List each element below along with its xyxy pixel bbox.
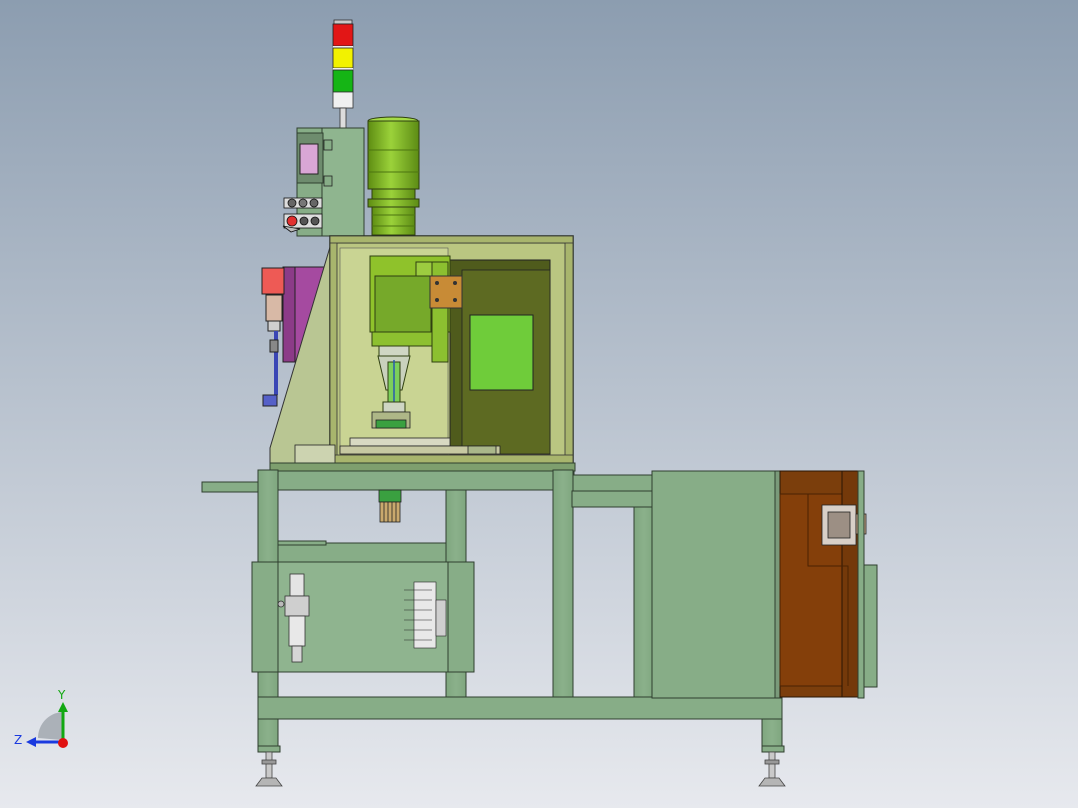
z-axis-label: Z <box>14 733 22 747</box>
signal-lamp-red <box>332 23 354 47</box>
right-module <box>651 470 878 699</box>
electrical-cabinet <box>251 561 475 673</box>
cable-connector <box>378 489 402 523</box>
x-axis-dot <box>58 738 68 748</box>
machine-drawing: Y Z <box>0 0 1078 808</box>
spindle-motor <box>367 116 420 236</box>
control-buttons <box>282 197 323 233</box>
green-panel <box>469 314 534 391</box>
side-box-salmon <box>261 267 285 295</box>
hmi-screen <box>299 143 319 175</box>
cad-viewport[interactable]: Y Z <box>0 0 1078 808</box>
signal-lamp-yellow <box>332 47 354 69</box>
y-axis-label: Y <box>57 688 66 702</box>
mounting-plate <box>429 275 463 309</box>
signal-lamp-green <box>332 69 354 93</box>
